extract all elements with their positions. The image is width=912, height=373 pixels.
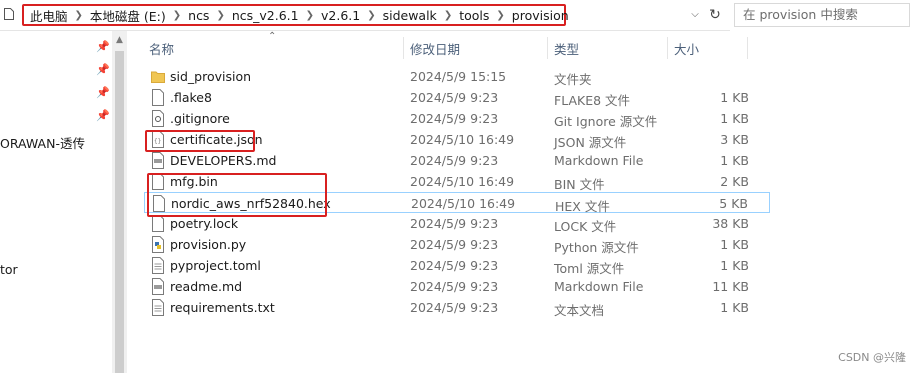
scrollbar-thumb[interactable] (115, 51, 124, 373)
chevron-right-icon[interactable]: ❯ (173, 10, 181, 21)
file-row[interactable]: sid_provision 2024/5/9 15:15 文件夹 (144, 66, 770, 87)
breadcrumb-item[interactable]: ncs (188, 8, 209, 23)
highlight-box-binaries (147, 173, 327, 217)
file-row[interactable]: .gitignore 2024/5/9 9:23 Git Ignore 源文件 … (144, 108, 770, 129)
chevron-right-icon[interactable]: ❯ (444, 10, 452, 21)
python-file-icon (152, 236, 164, 253)
chevron-down-icon[interactable]: ⌵ (688, 7, 702, 23)
chevron-right-icon[interactable]: ❯ (496, 10, 504, 21)
folder-icon (151, 71, 165, 83)
text-file-icon (152, 257, 164, 274)
chevron-right-icon[interactable]: ❯ (306, 10, 314, 21)
file-row[interactable]: provision.py 2024/5/9 9:23 Python 源文件 1 … (144, 234, 770, 255)
pin-icon[interactable]: 📌 (96, 87, 110, 99)
watermark: CSDN @兴隆 (838, 351, 906, 364)
gear-file-icon (152, 110, 164, 127)
column-header: ⌃ 名称 修改日期 类型 大小 (127, 31, 912, 61)
file-row[interactable]: pyproject.toml 2024/5/9 9:23 Toml 源文件 1 … (144, 255, 770, 276)
column-type[interactable]: 类型 (554, 39, 579, 58)
refresh-icon[interactable]: ↻ (706, 6, 724, 24)
breadcrumb[interactable]: 此电脑 ❯ 本地磁盘 (E:) ❯ ncs ❯ ncs_v2.6.1 ❯ v2.6.1 … (22, 4, 569, 26)
nav-item[interactable]: tor (0, 262, 18, 277)
column-date[interactable]: 修改日期 (410, 39, 460, 58)
breadcrumb-item[interactable]: tools (459, 8, 489, 23)
column-divider[interactable] (667, 37, 668, 59)
column-divider[interactable] (747, 37, 748, 59)
navigation-pane: 📌 📌 📌 📌 ORAWAN-透传 tor (0, 31, 112, 373)
highlight-box-certificate (145, 130, 255, 152)
markdown-file-icon (152, 278, 164, 295)
file-row[interactable]: .flake8 2024/5/9 9:23 FLAKE8 文件 1 KB (144, 87, 770, 108)
breadcrumb-item[interactable]: v2.6.1 (321, 8, 360, 23)
chevron-right-icon[interactable]: ❯ (75, 10, 83, 21)
breadcrumb-item[interactable]: 此电脑 (30, 6, 68, 25)
scroll-up-icon[interactable]: ▲ (112, 35, 127, 47)
address-bar[interactable]: 此电脑 ❯ 本地磁盘 (E:) ❯ ncs ❯ ncs_v2.6.1 ❯ v2.6.1 … (0, 0, 730, 31)
file-row[interactable]: requirements.txt 2024/5/9 9:23 文本文档 1 KB (144, 297, 770, 318)
file-icon (4, 8, 14, 20)
file-row[interactable]: DEVELOPERS.md 2024/5/9 9:23 Markdown Fil… (144, 150, 770, 171)
pin-icon[interactable]: 📌 (96, 64, 110, 76)
markdown-file-icon (152, 152, 164, 169)
nav-item[interactable]: ORAWAN-透传 (0, 133, 85, 152)
column-divider[interactable] (403, 37, 404, 59)
text-file-icon (152, 299, 164, 316)
pin-icon[interactable]: 📌 (96, 110, 110, 122)
pin-icon[interactable]: 📌 (96, 41, 110, 53)
breadcrumb-item[interactable]: sidewalk (383, 8, 437, 23)
file-icon (152, 215, 164, 232)
breadcrumb-item[interactable]: provision (512, 8, 569, 23)
breadcrumb-item[interactable]: ncs_v2.6.1 (232, 8, 299, 23)
chevron-right-icon[interactable]: ❯ (367, 10, 375, 21)
column-divider[interactable] (547, 37, 548, 59)
sort-ascending-icon: ⌃ (268, 31, 277, 42)
navigation-scrollbar[interactable]: ▲ (112, 31, 127, 373)
breadcrumb-item[interactable]: 本地磁盘 (E:) (90, 6, 166, 25)
file-icon (152, 89, 164, 106)
chevron-right-icon[interactable]: ❯ (216, 10, 224, 21)
column-size[interactable]: 大小 (674, 39, 699, 58)
file-row[interactable]: readme.md 2024/5/9 9:23 Markdown File 11… (144, 276, 770, 297)
column-name[interactable]: 名称 (149, 39, 174, 58)
search-input[interactable]: 在 provision 中搜索 (734, 3, 910, 27)
